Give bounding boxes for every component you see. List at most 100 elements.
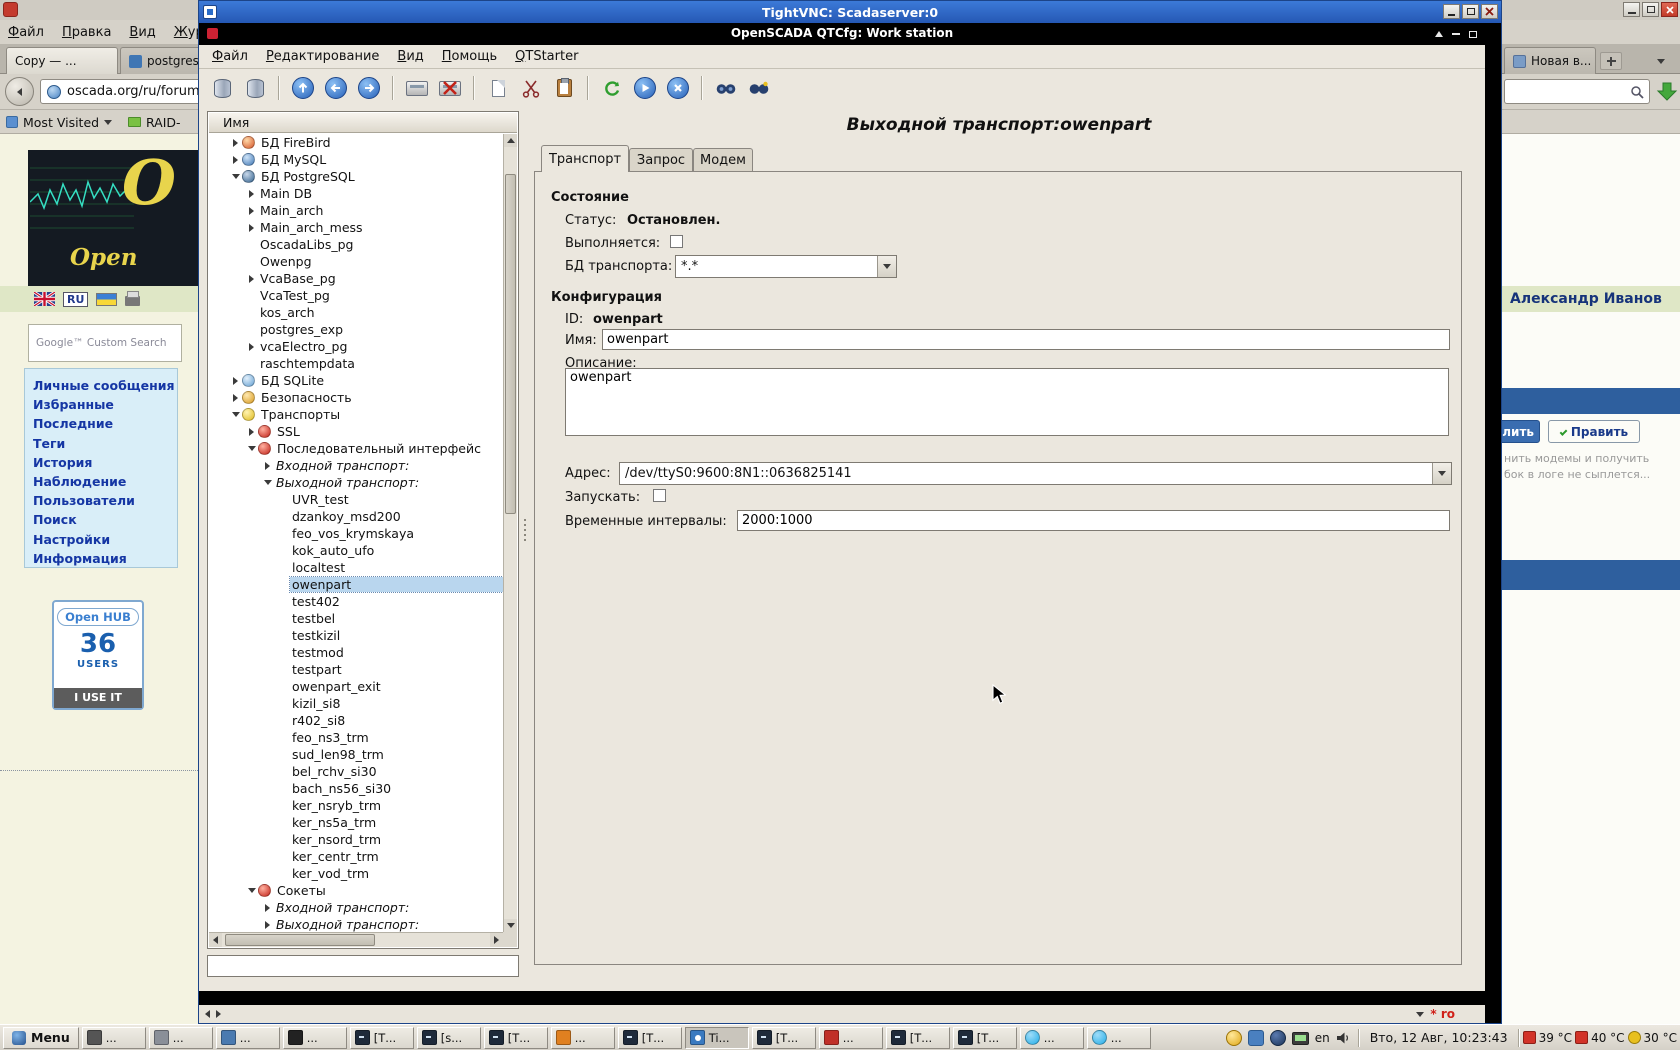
- menu-button[interactable]: Menu: [3, 1027, 79, 1049]
- tree-item[interactable]: SSL: [209, 423, 503, 440]
- chevron-down-icon[interactable]: [1432, 463, 1451, 484]
- remote-window-titlebar[interactable]: OpenSCADA QTCfg: Work station: [199, 23, 1485, 45]
- expand-arrow-icon[interactable]: [229, 394, 242, 402]
- monitor-tray-icon[interactable]: [1292, 1032, 1309, 1045]
- start-update-button[interactable]: [630, 73, 660, 103]
- tree-horizontal-scrollbar[interactable]: [209, 932, 503, 947]
- name-input[interactable]: [602, 329, 1450, 350]
- scroll-right-arrow[interactable]: [216, 1010, 221, 1018]
- tree-item[interactable]: test402: [209, 593, 503, 610]
- collapse-arrow-icon[interactable]: [229, 412, 242, 417]
- tree-item[interactable]: Последовательный интерфейс: [209, 440, 503, 457]
- taskbar-item[interactable]: [Т...: [484, 1027, 548, 1049]
- menu-view[interactable]: Вид: [129, 25, 155, 40]
- expand-arrow-icon[interactable]: [245, 428, 258, 436]
- sidebar-link-users[interactable]: Пользователи: [33, 491, 177, 510]
- tree-item[interactable]: vcaElectro_pg: [209, 338, 503, 355]
- load-from-db-button[interactable]: [207, 73, 237, 103]
- tree-item[interactable]: ker_vod_trm: [209, 865, 503, 882]
- list-all-tabs-button[interactable]: [1652, 54, 1670, 68]
- tree-bottom-field[interactable]: [207, 955, 519, 977]
- add-item-button[interactable]: [402, 73, 432, 103]
- find-next-button[interactable]: [744, 73, 774, 103]
- tree-item[interactable]: VcaTest_pg: [209, 287, 503, 304]
- tree-item[interactable]: VcaBase_pg: [209, 270, 503, 287]
- edit-button[interactable]: Править: [1548, 420, 1640, 443]
- taskbar-item[interactable]: [Т...: [350, 1027, 414, 1049]
- expand-arrow-icon[interactable]: [245, 207, 258, 215]
- expand-arrow-icon[interactable]: [229, 139, 242, 147]
- tree-item[interactable]: Main_arch_mess: [209, 219, 503, 236]
- tree-item[interactable]: localtest: [209, 559, 503, 576]
- tree-item[interactable]: ker_nsord_trm: [209, 831, 503, 848]
- cut-item-button[interactable]: [516, 73, 546, 103]
- expand-arrow-icon[interactable]: [261, 904, 274, 912]
- browser-tab-postgres[interactable]: postgres...: [120, 47, 206, 74]
- bookmark-raid[interactable]: RAID-: [128, 113, 181, 131]
- sidebar-link-info[interactable]: Информация: [33, 549, 177, 568]
- collapse-arrow-icon[interactable]: [261, 480, 274, 485]
- tree-header[interactable]: Имя: [209, 113, 517, 133]
- tree-item[interactable]: testbel: [209, 610, 503, 627]
- collapse-arrow-icon[interactable]: [245, 888, 258, 893]
- sidebar-link-history[interactable]: История: [33, 453, 177, 472]
- collapse-arrow-icon[interactable]: [245, 446, 258, 451]
- maximize-icon[interactable]: [1469, 31, 1477, 38]
- app-menu-help[interactable]: Помощь: [435, 47, 504, 66]
- tree-item[interactable]: bach_ns56_si30: [209, 780, 503, 797]
- expand-arrow-icon[interactable]: [261, 921, 274, 929]
- db-transport-select[interactable]: *.*: [675, 255, 897, 278]
- running-checkbox[interactable]: [670, 235, 683, 248]
- browser-minimize-button[interactable]: [1623, 2, 1640, 17]
- browser-tab-new[interactable]: Новая в...: [1504, 47, 1596, 74]
- tree-item-selected[interactable]: owenpart: [209, 576, 503, 593]
- tree-item[interactable]: testmod: [209, 644, 503, 661]
- iconify-icon[interactable]: [1452, 33, 1460, 35]
- tree-item[interactable]: kos_arch: [209, 304, 503, 321]
- copy-item-button[interactable]: [483, 73, 513, 103]
- taskbar-item[interactable]: ...: [819, 1027, 883, 1049]
- tree-item[interactable]: БД FireBird: [209, 134, 503, 151]
- vnc-close-button[interactable]: [1481, 4, 1498, 19]
- scrollbar-thumb[interactable]: [505, 174, 516, 514]
- start-checkbox[interactable]: [653, 489, 666, 502]
- openhub-use-button[interactable]: I USE IT: [54, 688, 142, 708]
- app-menu-file[interactable]: Файл: [205, 47, 255, 66]
- browser-tab-copy[interactable]: Copy — ...: [6, 47, 118, 74]
- sidebar-link-tags[interactable]: Теги: [33, 434, 177, 453]
- taskbar-item[interactable]: ...: [149, 1027, 213, 1049]
- download-arrow-icon[interactable]: [1656, 81, 1678, 107]
- tree-item[interactable]: Входной транспорт:: [209, 899, 503, 916]
- expand-arrow-icon[interactable]: [261, 462, 274, 470]
- clock-tray-icon[interactable]: [1226, 1030, 1242, 1046]
- scroll-left-arrow[interactable]: [205, 1010, 210, 1018]
- tree-item[interactable]: ker_nsryb_trm: [209, 797, 503, 814]
- tab-request[interactable]: Запрос: [629, 148, 693, 172]
- taskbar-item[interactable]: [Т...: [618, 1027, 682, 1049]
- vnc-maximize-button[interactable]: [1462, 4, 1479, 19]
- taskbar-item[interactable]: ...: [216, 1027, 280, 1049]
- tab-transport[interactable]: Транспорт: [541, 145, 629, 172]
- tree-vertical-scrollbar[interactable]: [503, 134, 517, 932]
- tree-item[interactable]: Транспорты: [209, 406, 503, 423]
- refresh-button[interactable]: [597, 73, 627, 103]
- tree-item[interactable]: Безопасность: [209, 389, 503, 406]
- tree-item[interactable]: kok_auto_ufo: [209, 542, 503, 559]
- tree-item[interactable]: Выходной транспорт:: [209, 474, 503, 491]
- delete-item-button[interactable]: [435, 73, 465, 103]
- tree-item[interactable]: kizil_si8: [209, 695, 503, 712]
- network-tray-icon[interactable]: [1248, 1030, 1264, 1046]
- back-button[interactable]: [5, 77, 34, 106]
- sidebar-link-messages[interactable]: Личные сообщения: [33, 376, 177, 395]
- menu-edit[interactable]: Правка: [62, 25, 111, 40]
- forward-button[interactable]: [354, 73, 384, 103]
- tree-item[interactable]: raschtempdata: [209, 355, 503, 372]
- clock[interactable]: Вто, 12 Авг, 10:23:43: [1363, 1030, 1515, 1045]
- paste-item-button[interactable]: [549, 73, 579, 103]
- app-menu-view[interactable]: Вид: [390, 47, 430, 66]
- browser-maximize-button[interactable]: [1642, 2, 1659, 17]
- tree-item[interactable]: UVR_test: [209, 491, 503, 508]
- taskbar-item-active[interactable]: Ti...: [685, 1027, 749, 1049]
- tree-item[interactable]: feo_ns3_trm: [209, 729, 503, 746]
- taskbar-item[interactable]: [s...: [417, 1027, 481, 1049]
